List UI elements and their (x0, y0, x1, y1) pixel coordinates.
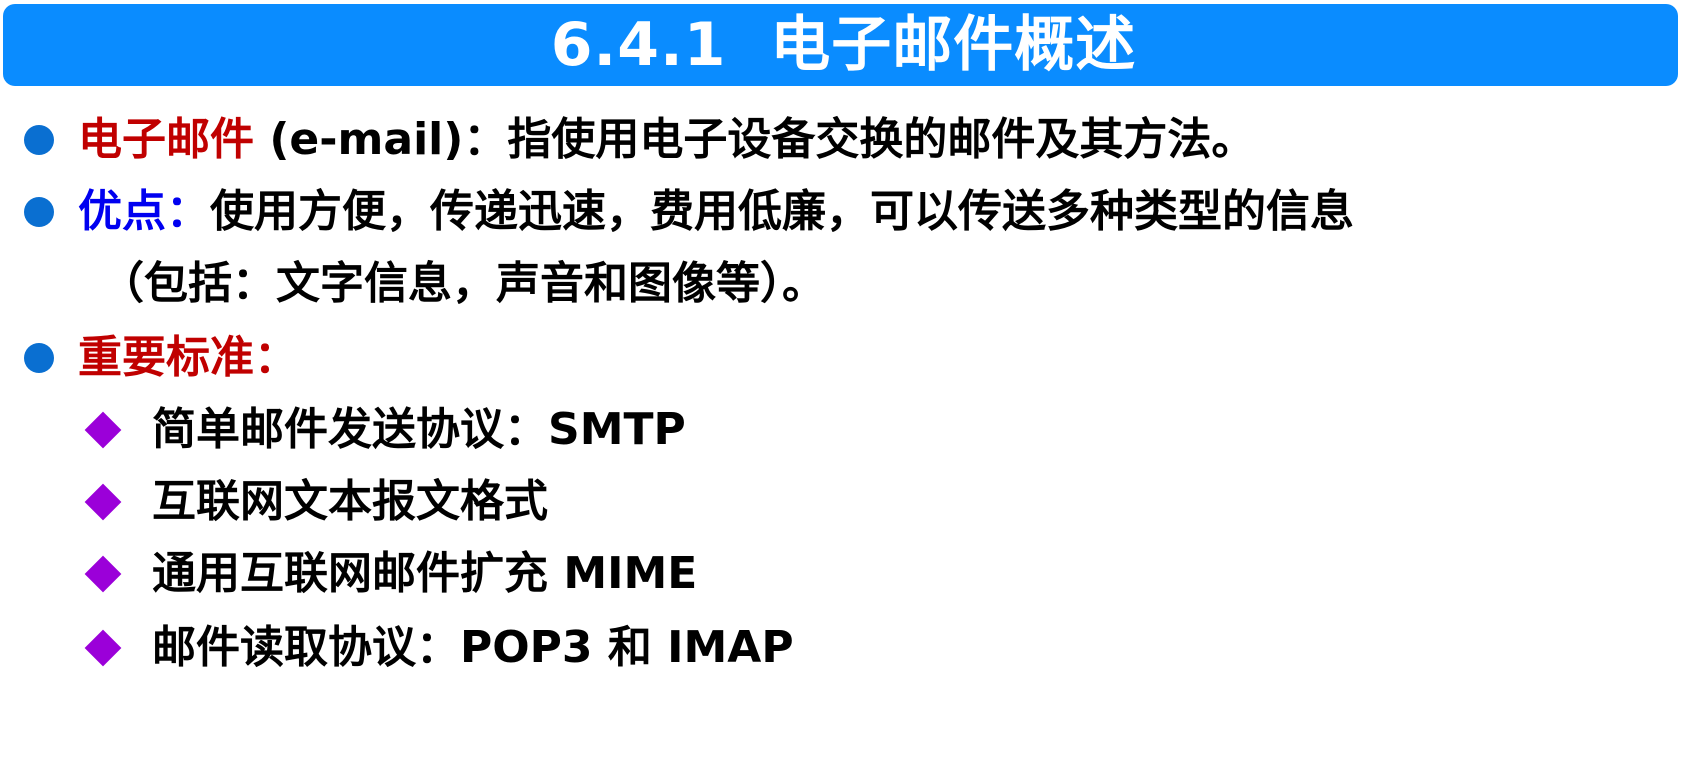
circle-bullet-icon (24, 125, 54, 155)
advantages-text: 使用方便，传递迅速，费用低廉，可以传送多种类型的信息 (210, 186, 1354, 237)
list-item-text: 互联网文本报文格式 (152, 476, 548, 527)
page-title: 6.4.1 电子邮件概述 (550, 10, 1137, 80)
definition-text: (e-mail)：指使用电子设备交换的邮件及其方法。 (254, 114, 1256, 165)
bullet-text: 电子邮件 (e-mail)：指使用电子设备交换的邮件及其方法。 (78, 106, 1255, 174)
term-label: 重要标准： (78, 332, 298, 383)
bullet-standards: 重要标准： (0, 324, 1687, 392)
list-item-text: 通用互联网邮件扩充 MIME (152, 548, 698, 599)
list-item: 互联网文本报文格式 (0, 468, 1687, 536)
term-label: 优点： (78, 186, 210, 237)
bullet-email-definition: 电子邮件 (e-mail)：指使用电子设备交换的邮件及其方法。 (0, 106, 1687, 174)
list-item: 邮件读取协议：POP3 和 IMAP (0, 614, 1687, 682)
list-item-text: 简单邮件发送协议：SMTP (152, 404, 686, 455)
term-label: 电子邮件 (78, 114, 254, 165)
list-item: 简单邮件发送协议：SMTP (0, 396, 1687, 464)
advantages-continuation: （包括：文字信息，声音和图像等）。 (100, 258, 826, 309)
list-item: 通用互联网邮件扩充 MIME (0, 540, 1687, 608)
bullet-text: 优点：使用方便，传递迅速，费用低廉，可以传送多种类型的信息 (78, 178, 1354, 246)
slide: 6.4.1 电子邮件概述 电子邮件 (e-mail)：指使用电子设备交换的邮件及… (0, 0, 1687, 771)
diamond-bullet-icon (84, 555, 122, 593)
circle-bullet-icon (24, 197, 54, 227)
circle-bullet-icon (24, 343, 54, 373)
diamond-bullet-icon (84, 629, 122, 667)
diamond-bullet-icon (84, 483, 122, 521)
list-item-text: 邮件读取协议：POP3 和 IMAP (152, 622, 794, 673)
bullet-advantages: 优点：使用方便，传递迅速，费用低廉，可以传送多种类型的信息 (0, 178, 1687, 246)
diamond-bullet-icon (84, 411, 122, 449)
